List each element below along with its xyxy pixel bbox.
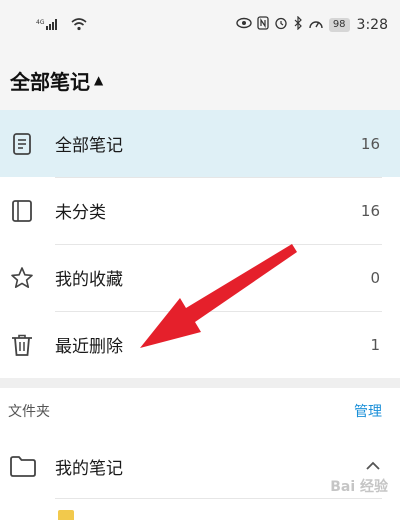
nav-item-label: 我的收藏 [55, 270, 123, 290]
nav-item-count: 0 [370, 268, 380, 287]
star-icon [11, 266, 33, 288]
folder-section-title: 文件夹 [8, 404, 50, 420]
eye-icon [236, 17, 252, 33]
section-separator [0, 378, 400, 388]
nav-item-label: 最近删除 [55, 337, 123, 357]
nav-item-label: 未分类 [55, 203, 106, 223]
status-bar: 4G 98 3:28 [0, 0, 400, 50]
manage-link[interactable]: 管理 [354, 401, 382, 421]
status-right: 98 3:28 [236, 15, 388, 34]
bluetooth-icon [293, 15, 303, 34]
speed-icon [308, 16, 324, 34]
notebook-icon [12, 199, 32, 222]
nfc-icon [257, 16, 269, 34]
page-header[interactable]: 全部笔记 ▲ [0, 50, 400, 110]
caret-up-icon[interactable]: ▲ [94, 73, 103, 87]
nav-item-count: 1 [370, 335, 380, 354]
divider [55, 498, 382, 499]
wifi-icon [71, 17, 87, 34]
nav-item-recently-deleted[interactable]: 最近删除 1 [0, 311, 400, 378]
battery-indicator: 98 [328, 18, 350, 32]
nav-item-all-notes[interactable]: 全部笔记 16 [0, 110, 400, 177]
folder-icon-partial [58, 510, 74, 520]
nav-item-uncategorized[interactable]: 未分类 16 [0, 177, 400, 244]
folder-icon [10, 456, 36, 477]
divider [55, 244, 382, 245]
nav-item-favorites[interactable]: 我的收藏 0 [0, 244, 400, 311]
divider [55, 177, 382, 178]
folder-item-label: 我的笔记 [55, 458, 123, 479]
status-left: 4G [36, 17, 87, 34]
nav-item-label: 全部笔记 [55, 136, 123, 156]
chevron-up-icon[interactable] [364, 457, 382, 475]
trash-icon [12, 334, 32, 356]
note-icon [13, 132, 31, 155]
alarm-icon [274, 16, 288, 34]
nav-item-count: 16 [360, 201, 380, 220]
svg-text:4G: 4G [36, 19, 45, 26]
clock: 3:28 [356, 17, 388, 33]
folder-section-header: 文件夹 管理 [0, 388, 400, 434]
page-title[interactable]: 全部笔记 [10, 66, 90, 95]
signal-icon: 4G [36, 17, 66, 34]
nav-item-count: 16 [360, 134, 380, 153]
divider [55, 311, 382, 312]
watermark: Bai 经验 [330, 479, 388, 495]
